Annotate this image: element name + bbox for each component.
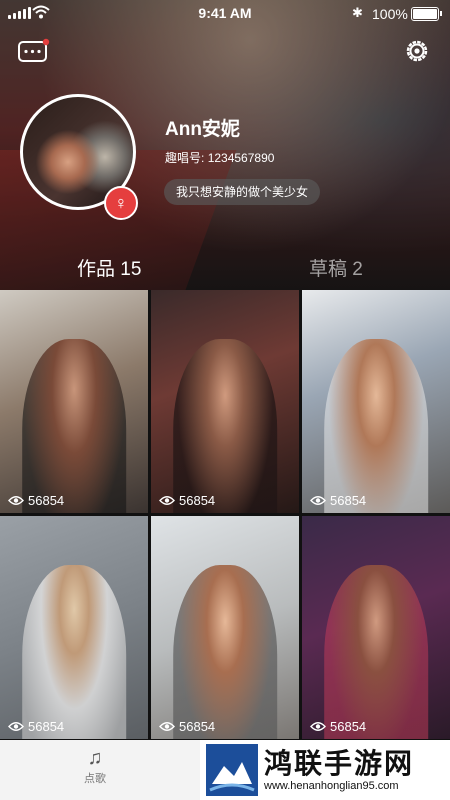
- bluetooth-icon: ✱: [352, 5, 363, 20]
- music-note-icon: ♫: [87, 747, 103, 769]
- work-item[interactable]: 56854: [151, 290, 299, 513]
- profile-bio: 我只想安静的做个美少女: [164, 179, 321, 205]
- eye-icon: [159, 496, 175, 505]
- watermark: 鸿联手游网 www.henanhonglian95.com: [200, 740, 450, 800]
- works-grid: 56854 56854 56854 56854 56854 56854: [0, 290, 450, 740]
- status-bar: 9:41 AM ✱ 100%: [0, 0, 450, 28]
- view-count: 56854: [8, 493, 64, 508]
- work-item[interactable]: 56854: [302, 290, 450, 513]
- work-item[interactable]: 56854: [151, 516, 299, 739]
- tab-works[interactable]: 作品 15: [77, 254, 141, 281]
- work-item[interactable]: 56854: [302, 516, 450, 739]
- tab-drafts[interactable]: 草稿 2: [309, 254, 363, 281]
- female-gender-icon: ♀: [104, 186, 138, 220]
- eye-icon: [159, 722, 175, 731]
- view-count: 56854: [8, 719, 64, 734]
- battery-percent: 100%: [372, 6, 408, 22]
- eye-icon: [310, 722, 326, 731]
- profile-name: Ann安妮: [165, 119, 240, 140]
- watermark-url: www.henanhonglian95.com: [264, 780, 399, 792]
- profile-id: 趣唱号: 1234567890: [165, 151, 275, 165]
- view-count: 56854: [159, 719, 215, 734]
- view-count: 56854: [159, 493, 215, 508]
- message-icon[interactable]: [18, 38, 50, 64]
- work-item[interactable]: 56854: [0, 516, 148, 739]
- view-count: 56854: [310, 719, 366, 734]
- eye-icon: [310, 496, 326, 505]
- work-item[interactable]: 56854: [0, 290, 148, 513]
- battery-icon: [411, 7, 442, 21]
- eye-icon: [8, 722, 24, 731]
- view-count: 56854: [310, 493, 366, 508]
- eye-icon: [8, 496, 24, 505]
- logo-icon: [206, 744, 258, 796]
- nav-item-song[interactable]: ♫ 点歌: [65, 746, 125, 786]
- watermark-title: 鸿联手游网: [264, 747, 415, 780]
- settings-icon[interactable]: [402, 36, 432, 66]
